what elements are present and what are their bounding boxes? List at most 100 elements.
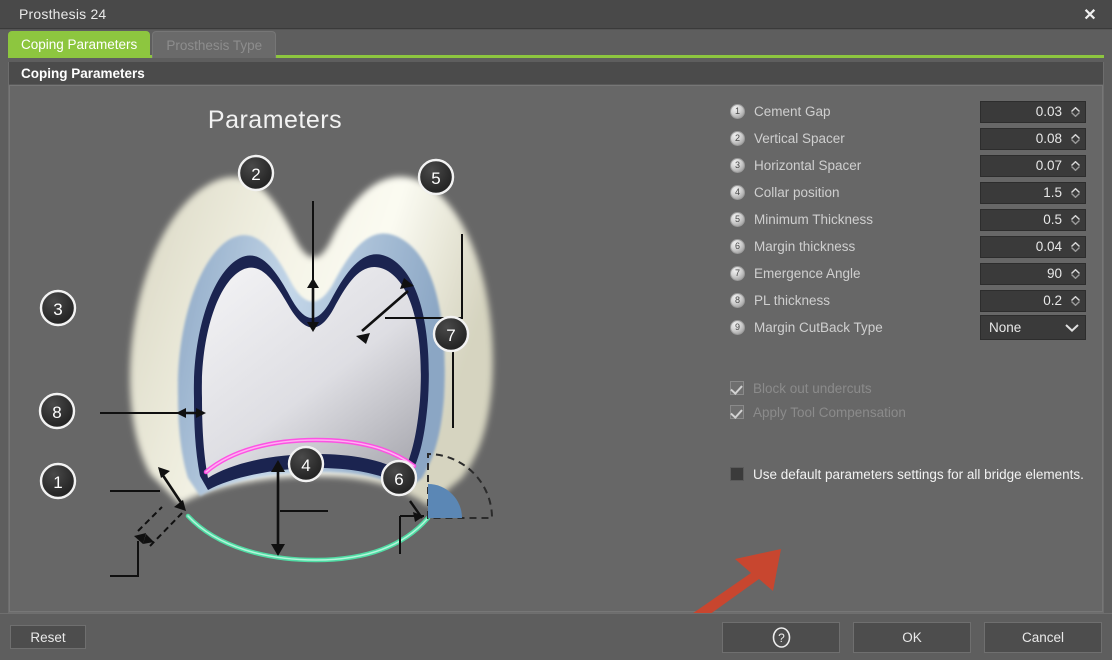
chevron-down-icon[interactable] [1070,246,1080,252]
spinner-arrows [1068,210,1085,230]
ok-button[interactable]: OK [853,621,971,653]
chevron-down-icon[interactable] [1070,192,1080,198]
chevron-down-icon[interactable] [1070,273,1080,279]
svg-text:2: 2 [251,165,260,184]
tooth-cross-section-diagram: 2 5 3 7 8 4 6 1 [38,154,494,577]
emergence-angle-input[interactable]: 90 [980,262,1086,285]
svg-text:?: ? [778,631,785,645]
dialog-footer: Reset ? OK Cancel [0,613,1112,660]
spinner-arrows [1068,237,1085,257]
chevron-down-icon[interactable] [1070,300,1080,306]
spinner-arrows [1068,264,1085,284]
chevron-down-icon[interactable] [1070,219,1080,225]
apply-tool-compensation-checkbox: Apply Tool Compensation [730,400,1086,424]
cement-gap-input[interactable]: 0.03 [980,100,1086,123]
options-checkbox-group: Block out undercuts Apply Tool Compensat… [730,376,1086,424]
chevron-down-icon[interactable] [1065,319,1079,337]
svg-text:3: 3 [53,300,62,319]
param-label: Cement Gap [754,104,831,119]
svg-text:5: 5 [431,169,440,188]
param-label: Horizontal Spacer [754,158,862,173]
param-row-margin-cutback-type: 9 Margin CutBack Type None [730,314,1086,341]
chevron-down-icon[interactable] [1070,111,1080,117]
collar-position-input[interactable]: 1.5 [980,181,1086,204]
select-value: None [989,320,1022,335]
input-value: 0.5 [1043,212,1062,227]
minimum-thickness-input[interactable]: 0.5 [980,208,1086,231]
coping-parameters-group: Coping Parameters Parameters 2 5 3 7 8 4… [8,62,1104,635]
param-row-emergence-angle: 7 Emergence Angle 90 [730,260,1086,287]
block-out-undercuts-checkbox: Block out undercuts [730,376,1086,400]
window-title: Prosthesis 24 [19,6,107,22]
callout-badge-4: 4 [287,445,325,483]
input-value: 90 [1046,266,1062,281]
page-body: Coping Parameters Parameters 2 5 3 7 8 4… [0,58,1112,635]
input-value: 0.04 [1035,239,1062,254]
param-label: Emergence Angle [754,266,861,281]
help-button[interactable]: ? [722,621,840,653]
tab-label: Prosthesis Type [166,37,263,53]
spinner-arrows [1068,291,1085,311]
callout-badge-7: 7 [432,315,470,353]
param-row-pl-thickness: 8 PL thickness 0.2 [730,287,1086,314]
tab-prosthesis-type[interactable]: Prosthesis Type [152,31,277,58]
margin-cutback-type-select[interactable]: None [980,315,1086,340]
param-row-vertical-spacer: 2 Vertical Spacer 0.08 [730,125,1086,152]
pl-thickness-input[interactable]: 0.2 [980,289,1086,312]
param-number-icon: 4 [730,185,745,200]
callout-badge-3: 3 [39,289,77,327]
svg-text:8: 8 [52,403,61,422]
param-number-icon: 5 [730,212,745,227]
spinner-arrows [1068,129,1085,149]
checkbox-label: Use default parameters settings for all … [753,466,1084,482]
close-icon[interactable]: ✕ [1068,0,1112,29]
reset-button[interactable]: Reset [10,625,86,649]
tab-bar: Coping Parameters Prosthesis Type [0,29,1112,58]
param-number-icon: 6 [730,239,745,254]
parameters-diagram: Parameters 2 5 3 7 8 4 6 1 [10,86,710,611]
question-mark-icon: ? [772,626,790,648]
spinner-arrows [1068,102,1085,122]
param-number-icon: 1 [730,104,745,119]
group-content: Parameters 2 5 3 7 8 4 6 1 1 Cement Gap … [9,85,1103,635]
parameters-panel: 1 Cement Gap 0.03 2 Vertical Spacer 0.08… [710,86,1102,611]
input-value: 1.5 [1043,185,1062,200]
default-settings-group: Use default parameters settings for all … [730,462,1086,486]
title-bar: Prosthesis 24 ✕ [0,0,1112,29]
use-default-parameters-checkbox[interactable]: Use default parameters settings for all … [730,462,1086,486]
param-label: Collar position [754,185,840,200]
param-row-margin-thickness: 6 Margin thickness 0.04 [730,233,1086,260]
group-header: Coping Parameters [9,62,1103,85]
param-label: Margin CutBack Type [754,320,883,335]
input-value: 0.03 [1035,104,1062,119]
checkbox-icon [730,405,744,419]
horizontal-spacer-input[interactable]: 0.07 [980,154,1086,177]
prosthesis-dialog: Prosthesis 24 ✕ Coping Parameters Prosth… [0,0,1112,660]
param-number-icon: 8 [730,293,745,308]
param-number-icon: 7 [730,266,745,281]
param-label: Vertical Spacer [754,131,845,146]
param-row-horizontal-spacer: 3 Horizontal Spacer 0.07 [730,152,1086,179]
tab-coping-parameters[interactable]: Coping Parameters [8,31,151,58]
param-number-icon: 9 [730,320,745,335]
checkbox-icon[interactable] [730,467,744,481]
margin-thickness-input[interactable]: 0.04 [980,235,1086,258]
param-label: Minimum Thickness [754,212,874,227]
input-value: 0.2 [1043,293,1062,308]
chevron-down-icon[interactable] [1070,138,1080,144]
vertical-spacer-input[interactable]: 0.08 [980,127,1086,150]
spinner-arrows [1068,183,1085,203]
checkbox-icon [730,381,744,395]
svg-text:4: 4 [301,456,310,475]
svg-text:7: 7 [446,326,455,345]
callout-badge-5: 5 [417,158,455,196]
cancel-button[interactable]: Cancel [984,621,1102,653]
callout-badge-2: 2 [237,154,275,192]
svg-text:1: 1 [53,473,62,492]
param-label: PL thickness [754,293,831,308]
input-value: 0.07 [1035,158,1062,173]
tab-label: Coping Parameters [21,37,138,52]
param-number-icon: 2 [730,131,745,146]
callout-badge-1: 1 [39,462,77,500]
chevron-down-icon[interactable] [1070,165,1080,171]
